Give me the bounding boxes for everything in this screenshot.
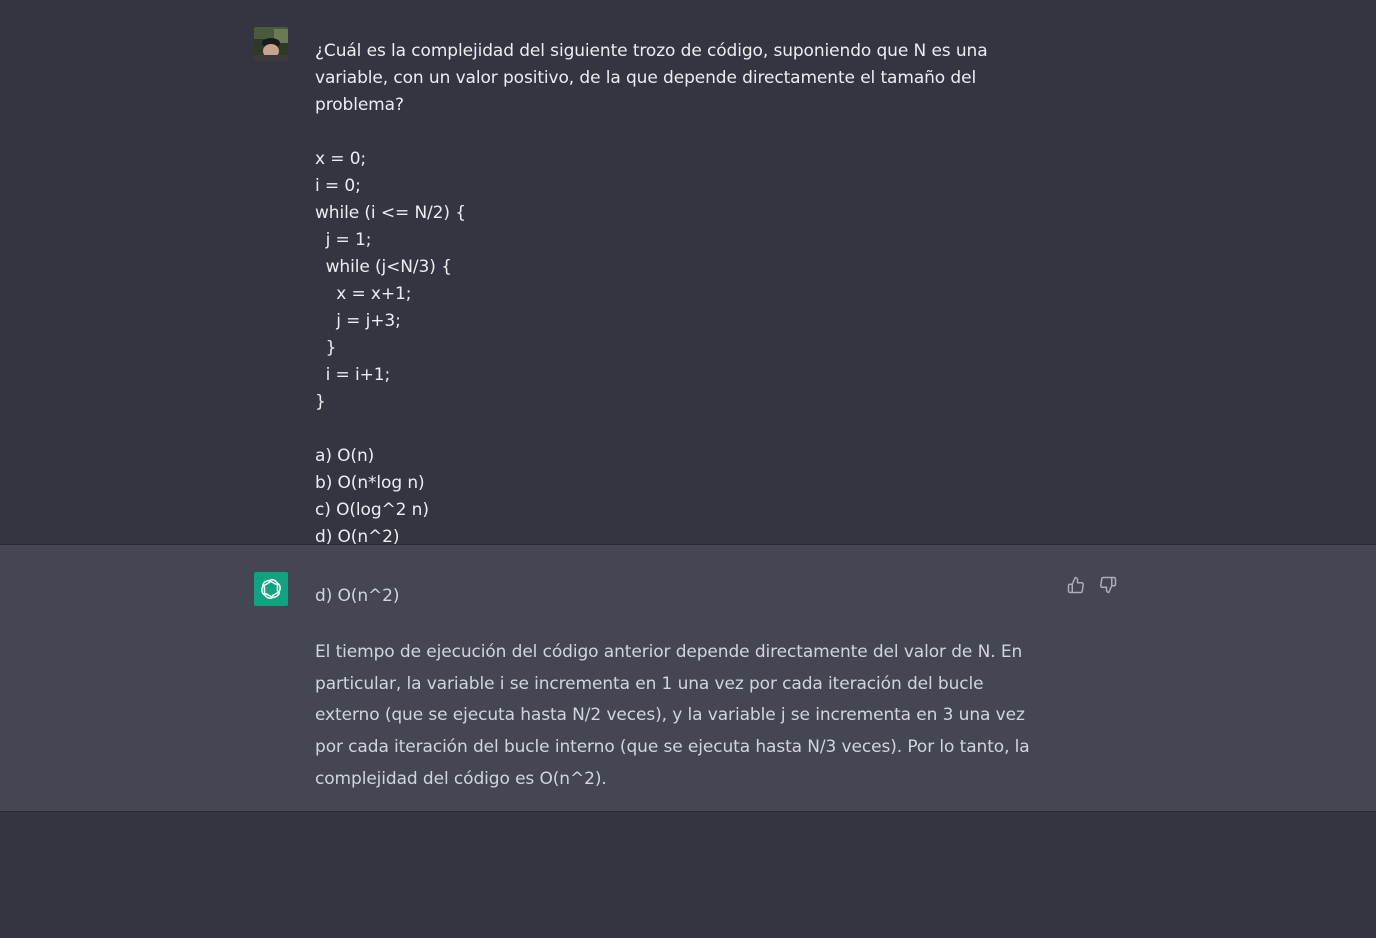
feedback-actions [1066, 575, 1118, 595]
code-line: while (j<N/3) { [315, 257, 452, 277]
code-line: } [315, 338, 337, 358]
assistant-message: d) O(n^2) El tiempo de ejecución del cód… [0, 545, 1376, 812]
thumbs-down-icon [1100, 576, 1117, 594]
answer-options: a) O(n) b) O(n*log n) c) O(log^2 n) d) O… [315, 443, 1055, 551]
user-message-content: ¿Cuál es la complejidad del siguiente tr… [315, 38, 1055, 551]
code-line: } [315, 392, 326, 412]
code-line: i = 0; [315, 176, 361, 196]
code-line: i = i+1; [315, 365, 391, 385]
user-question: ¿Cuál es la complejidad del siguiente tr… [315, 41, 988, 115]
code-line: x = x+1; [315, 284, 412, 304]
assistant-answer: d) O(n^2) [315, 586, 400, 606]
thumbs-up-icon [1067, 576, 1084, 594]
assistant-message-content: d) O(n^2) El tiempo de ejecución del cód… [315, 583, 1055, 796]
thumbs-down-button[interactable] [1098, 575, 1118, 595]
user-avatar [254, 27, 288, 61]
code-line: j = 1; [315, 230, 372, 250]
conversation-thread: ¿Cuál es la complejidad del siguiente tr… [0, 0, 1376, 812]
user-message: ¿Cuál es la complejidad del siguiente tr… [0, 0, 1376, 547]
code-line: j = j+3; [315, 311, 401, 331]
option-c: c) O(log^2 n) [315, 500, 429, 520]
assistant-explanation: El tiempo de ejecución del código anteri… [315, 642, 1030, 789]
thumbs-up-button[interactable] [1066, 575, 1086, 595]
code-block: x = 0; i = 0; while (i <= N/2) { j = 1; … [315, 146, 1055, 416]
code-line: while (i <= N/2) { [315, 203, 466, 223]
openai-logo-icon [254, 572, 288, 606]
option-b: b) O(n*log n) [315, 473, 425, 493]
code-line: x = 0; [315, 149, 367, 169]
option-a: a) O(n) [315, 446, 375, 466]
